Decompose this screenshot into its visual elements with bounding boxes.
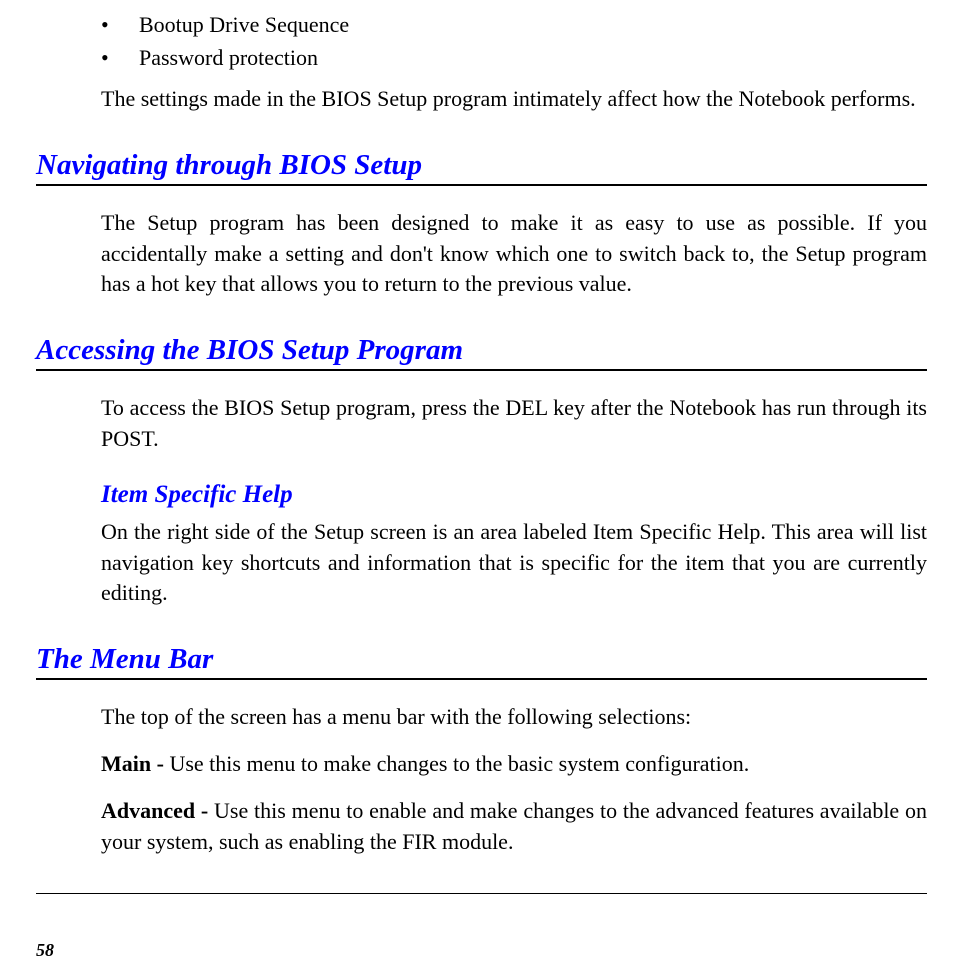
- menu-item-main-label: Main -: [101, 751, 169, 776]
- para-item-specific-help: On the right side of the Setup screen is…: [101, 517, 927, 609]
- menu-item-advanced-label: Advanced -: [101, 798, 214, 823]
- bullet-item-bootup: Bootup Drive Sequence: [101, 8, 927, 41]
- intro-paragraph: The settings made in the BIOS Setup prog…: [101, 84, 927, 115]
- rule-navigating: [36, 184, 927, 186]
- menu-item-advanced-text: Use this menu to enable and make changes…: [101, 798, 927, 854]
- menu-item-main-text: Use this menu to make changes to the bas…: [169, 751, 749, 776]
- rule-menu-bar: [36, 678, 927, 680]
- rule-accessing: [36, 369, 927, 371]
- menu-item-advanced: Advanced - Use this menu to enable and m…: [101, 796, 927, 858]
- heading-menu-bar: The Menu Bar: [36, 643, 927, 676]
- heading-navigating: Navigating through BIOS Setup: [36, 149, 927, 182]
- subheading-item-specific-help: Item Specific Help: [101, 481, 927, 509]
- footer-rule: [36, 893, 927, 894]
- bullet-list: Bootup Drive Sequence Password protectio…: [101, 8, 927, 74]
- para-navigating: The Setup program has been designed to m…: [101, 208, 927, 300]
- heading-accessing: Accessing the BIOS Setup Program: [36, 334, 927, 367]
- page-number: 58: [36, 940, 54, 961]
- menu-item-main: Main - Use this menu to make changes to …: [101, 749, 927, 780]
- para-menu-bar-intro: The top of the screen has a menu bar wit…: [101, 702, 927, 733]
- bullet-item-password: Password protection: [101, 41, 927, 74]
- para-accessing: To access the BIOS Setup program, press …: [101, 393, 927, 455]
